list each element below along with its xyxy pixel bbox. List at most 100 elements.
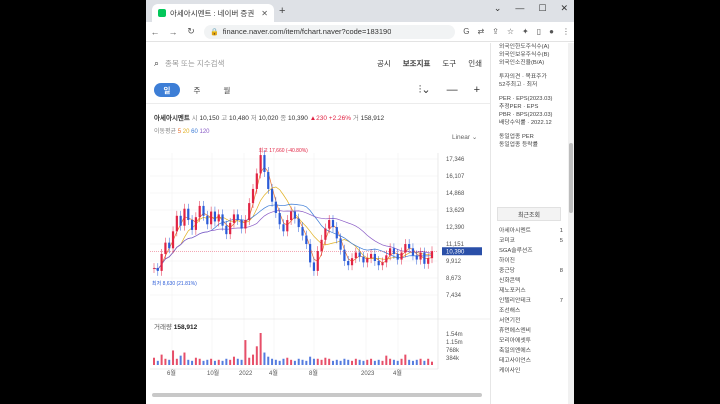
stock-name: 아세아시멘트 <box>154 115 190 122</box>
recent-item[interactable]: SGA솔루션즈 <box>499 246 563 256</box>
stock-info-row: 동일업종 등락률 <box>499 142 538 148</box>
candle-body <box>309 244 312 263</box>
volume-title-value: 158,912 <box>174 324 198 331</box>
volume-bar <box>194 357 197 365</box>
menu-indicators[interactable]: 보조지표 <box>403 58 431 69</box>
volume-bar <box>431 361 433 365</box>
search-input[interactable]: 종목 또는 지수검색 <box>165 58 377 69</box>
zoom-out-icon[interactable]: — <box>447 84 458 96</box>
volume-bar <box>172 350 175 365</box>
candle-body <box>175 215 178 232</box>
recent-views-tab[interactable]: 최근조회 <box>497 207 561 221</box>
close-tab-icon[interactable]: ✕ <box>261 9 268 18</box>
period-month-button[interactable]: 월 <box>214 83 240 97</box>
recent-item-name: 인텔리안테크 <box>499 298 531 304</box>
volume-bar <box>225 358 228 365</box>
menu-icon[interactable]: ⋮ <box>562 27 570 36</box>
extension-icon[interactable]: ✦ <box>522 27 529 36</box>
x-tick-label: 10월 <box>207 369 219 377</box>
y-tick-label: 17,346 <box>446 157 465 163</box>
browser-window: 아세아시멘트 : 네이버 증권 ✕ + ⌄ — ☐ ✕ ← → ↻ 🔒 fina… <box>146 0 574 404</box>
forward-icon[interactable]: → <box>168 27 178 37</box>
chevron-down-icon[interactable]: ⌄ <box>494 3 502 14</box>
volume-bar <box>255 346 258 365</box>
candle-body <box>198 205 201 218</box>
candle-body <box>324 228 327 240</box>
recent-item[interactable]: 코미코 5 <box>499 236 563 246</box>
search-icon[interactable]: ⌕ <box>154 58 159 69</box>
y-tick-label: 13,629 <box>446 208 465 214</box>
recent-item-value: 8 <box>559 268 563 274</box>
sidebar-icon[interactable]: ▯ <box>537 27 541 36</box>
recent-item[interactable]: 신화콘텍 <box>499 276 563 286</box>
scale-type-select[interactable]: Linear ⌄ <box>452 133 477 141</box>
volume-bar <box>396 360 399 365</box>
menu-print[interactable]: 인쇄 <box>468 58 482 69</box>
volume-bar <box>210 358 213 365</box>
recent-item-name: 제노포커스 <box>499 288 526 294</box>
open-label: 시 <box>191 115 198 122</box>
moving-average-legend: 이동평균 5 20 60 120 <box>154 126 210 135</box>
candle-icon[interactable]: ⫶⌄ <box>419 83 431 97</box>
volume-bar <box>354 358 357 365</box>
volume-bar <box>366 359 369 365</box>
translate-icon[interactable]: ⇄ <box>477 27 484 36</box>
scroll-thumb[interactable] <box>569 143 573 213</box>
address-bar[interactable]: 🔒 finance.naver.com/item/fchart.naver?co… <box>204 24 456 39</box>
candle-body <box>217 214 220 222</box>
recent-item[interactable]: 서연기전 <box>499 316 563 326</box>
candle-body <box>221 214 224 226</box>
period-day-button[interactable]: 일 <box>154 83 180 97</box>
candle-body <box>297 218 300 228</box>
browser-tab[interactable]: 아세아시멘트 : 네이버 증권 ✕ <box>152 4 274 22</box>
x-tick-label: 2022 <box>239 371 253 377</box>
reload-icon[interactable]: ↻ <box>186 26 196 37</box>
recent-item[interactable]: 모리아에셋투 <box>499 336 563 346</box>
close-label: 종 <box>280 115 287 122</box>
menu-tools[interactable]: 도구 <box>442 58 456 69</box>
profile-icon[interactable]: ● <box>549 27 554 36</box>
candle-body <box>255 173 258 189</box>
menu-disclosure[interactable]: 공시 <box>377 58 391 69</box>
back-icon[interactable]: ← <box>150 27 160 37</box>
recent-item[interactable]: 케이사인 <box>499 366 563 376</box>
search-bar: ⌕ 종목 또는 지수검색 공시 보조지표 도구 인쇄 <box>146 55 490 71</box>
volume-bar <box>347 359 350 365</box>
price-chart[interactable]: 17,346 16,107 14,868 13,629 12,390 11,151 9,91… <box>146 143 490 401</box>
recent-item[interactable]: 중근당 8 <box>499 266 563 276</box>
recent-item[interactable]: 인텔리안테크 7 <box>499 296 563 306</box>
candle-body <box>312 262 316 271</box>
zoom-in-icon[interactable]: + <box>474 84 480 96</box>
ma-label: 이동평균 <box>154 129 177 135</box>
recent-item-name: 휴먼에스엔비 <box>499 328 531 334</box>
y-tick-label: 8,673 <box>446 276 462 282</box>
recent-item[interactable]: 축일의엔에스 <box>499 346 563 356</box>
volume-bar <box>278 360 281 365</box>
volume-bar <box>373 360 376 365</box>
new-tab-button[interactable]: + <box>279 5 285 17</box>
recent-item[interactable]: 아세아시멘트 1 <box>499 226 563 236</box>
star-icon[interactable]: ☆ <box>507 27 514 36</box>
share-icon[interactable]: ⇪ <box>492 27 499 36</box>
recent-item[interactable]: 조선해스 <box>499 306 563 316</box>
recent-item[interactable]: 하이진 <box>499 256 563 266</box>
candle-body <box>289 211 293 221</box>
candle-body <box>286 220 289 232</box>
recent-item[interactable]: 제노포커스 <box>499 286 563 296</box>
candle-body <box>244 220 247 229</box>
maximize-icon[interactable]: ☐ <box>538 3 546 14</box>
candle-body <box>430 251 434 259</box>
candle-body <box>232 214 236 223</box>
recent-item[interactable]: 휴먼에스엔비 <box>499 326 563 336</box>
volume-bar <box>286 357 289 365</box>
minimize-icon[interactable]: — <box>515 3 524 14</box>
volume-bar <box>160 354 163 365</box>
candle-body <box>389 248 392 256</box>
recent-item[interactable]: 테고사이언스 <box>499 356 563 366</box>
low-value: 10,020 <box>258 115 279 122</box>
side-scrollbar[interactable] <box>568 43 574 404</box>
google-icon[interactable]: G <box>463 27 469 36</box>
close-window-icon[interactable]: ✕ <box>560 3 568 14</box>
candle-body <box>183 208 186 226</box>
period-week-button[interactable]: 주 <box>184 83 210 97</box>
